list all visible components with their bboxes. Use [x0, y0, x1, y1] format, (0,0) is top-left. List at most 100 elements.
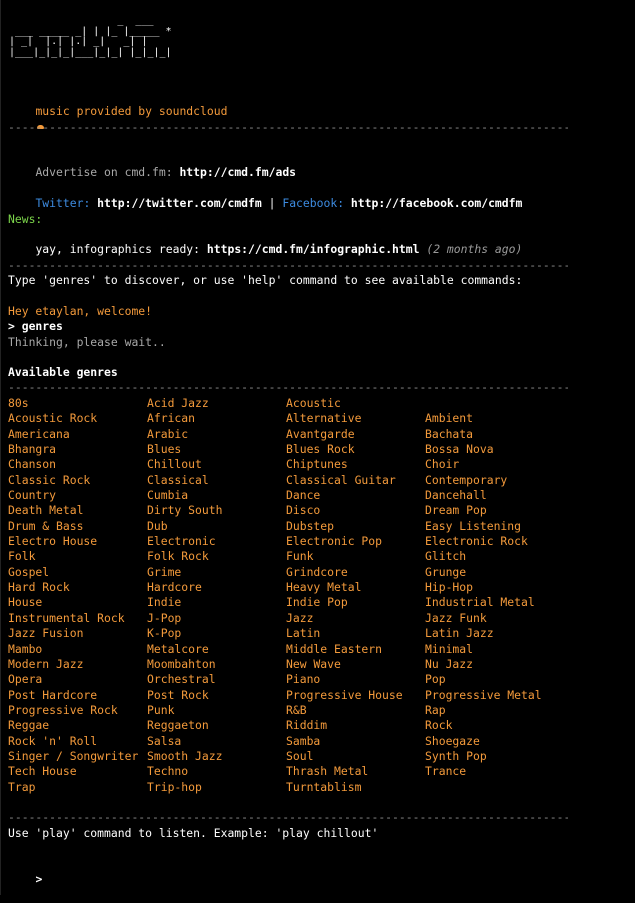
genre-item[interactable]: Grunge — [425, 565, 585, 580]
genre-item[interactable]: Arabic — [147, 427, 286, 442]
genre-item[interactable]: Progressive House — [286, 688, 425, 703]
news-link[interactable]: https://cmd.fm/infographic.html — [207, 242, 420, 256]
facebook-link[interactable]: http://facebook.com/cmdfm — [351, 196, 522, 210]
genre-item[interactable]: Moombahton — [147, 657, 286, 672]
genre-item[interactable]: Dream Pop — [425, 503, 585, 518]
terminal-window[interactable]: _ ___ ___ _____ _| | |_ |_____ * | _| |.… — [0, 0, 635, 895]
genre-item[interactable]: Minimal — [425, 642, 585, 657]
genre-item[interactable]: Latin Jazz — [425, 626, 585, 641]
genre-item[interactable]: Soul — [286, 749, 425, 764]
genre-item[interactable]: Hard Rock — [8, 580, 147, 595]
genre-item[interactable]: Piano — [286, 672, 425, 687]
genre-item[interactable]: Nu Jazz — [425, 657, 585, 672]
genre-item[interactable]: Death Metal — [8, 503, 147, 518]
genre-item[interactable]: Bhangra — [8, 442, 147, 457]
genre-item[interactable]: Dub — [147, 519, 286, 534]
genre-item[interactable]: Trip-hop — [147, 780, 286, 795]
genre-item[interactable]: Acoustic Rock — [8, 411, 147, 426]
genre-item[interactable]: J-Pop — [147, 611, 286, 626]
genre-item[interactable]: Electronic — [147, 534, 286, 549]
genre-item[interactable]: Bachata — [425, 427, 585, 442]
genre-item[interactable]: Blues — [147, 442, 286, 457]
genre-item[interactable]: Punk — [147, 703, 286, 718]
genre-item[interactable]: Shoegaze — [425, 734, 585, 749]
genre-item[interactable]: Acid Jazz — [147, 396, 286, 411]
genre-item[interactable]: Ambient — [425, 411, 585, 426]
genre-item[interactable]: Chiptunes — [286, 457, 425, 472]
genre-item[interactable]: Classical — [147, 473, 286, 488]
genre-item[interactable]: Rock 'n' Roll — [8, 734, 147, 749]
genre-item[interactable]: Hardcore — [147, 580, 286, 595]
genre-item[interactable]: Reggae — [8, 718, 147, 733]
genre-item[interactable]: Jazz Fusion — [8, 626, 147, 641]
genre-item[interactable]: Gospel — [8, 565, 147, 580]
genre-item[interactable]: Grime — [147, 565, 286, 580]
genre-item[interactable]: Country — [8, 488, 147, 503]
genre-item[interactable]: Electro House — [8, 534, 147, 549]
genre-item[interactable]: Electronic Pop — [286, 534, 425, 549]
genre-item[interactable]: Grindcore — [286, 565, 425, 580]
genre-item[interactable]: Bossa Nova — [425, 442, 585, 457]
genre-item[interactable]: Acoustic — [286, 396, 425, 411]
genre-item[interactable]: Chanson — [8, 457, 147, 472]
genre-item[interactable]: Heavy Metal — [286, 580, 425, 595]
genre-item[interactable]: New Wave — [286, 657, 425, 672]
genre-item[interactable]: Electronic Rock — [425, 534, 585, 549]
genre-item[interactable]: Orchestral — [147, 672, 286, 687]
genre-item[interactable]: Easy Listening — [425, 519, 585, 534]
genre-item[interactable]: Contemporary — [425, 473, 585, 488]
genre-item[interactable]: Hip-Hop — [425, 580, 585, 595]
genre-item[interactable]: Trance — [425, 764, 585, 779]
genre-item[interactable]: Choir — [425, 457, 585, 472]
genre-item[interactable]: Folk Rock — [147, 549, 286, 564]
genre-item[interactable]: Latin — [286, 626, 425, 641]
genre-item[interactable]: Singer / Songwriter — [8, 749, 147, 764]
twitter-link[interactable]: http://twitter.com/cmdfm — [97, 196, 262, 210]
genre-item[interactable]: Blues Rock — [286, 442, 425, 457]
genre-item[interactable]: Progressive Rock — [8, 703, 147, 718]
genre-item[interactable]: Avantgarde — [286, 427, 425, 442]
genre-item[interactable]: Instrumental Rock — [8, 611, 147, 626]
genre-item[interactable]: Modern Jazz — [8, 657, 147, 672]
genre-item[interactable]: Mambo — [8, 642, 147, 657]
genre-item[interactable]: Smooth Jazz — [147, 749, 286, 764]
genre-item[interactable]: Alternative — [286, 411, 425, 426]
genre-item[interactable]: Rap — [425, 703, 585, 718]
genre-item[interactable]: Folk — [8, 549, 147, 564]
genre-item[interactable]: R&B — [286, 703, 425, 718]
genre-item[interactable]: Americana — [8, 427, 147, 442]
genre-item[interactable]: Classical Guitar — [286, 473, 425, 488]
genre-item[interactable]: Industrial Metal — [425, 595, 585, 610]
genre-item[interactable]: Middle Eastern — [286, 642, 425, 657]
genre-item[interactable]: Dubstep — [286, 519, 425, 534]
genre-item[interactable]: Synth Pop — [425, 749, 585, 764]
genre-item[interactable]: House — [8, 595, 147, 610]
genre-item[interactable]: Indie Pop — [286, 595, 425, 610]
genre-item[interactable]: K-Pop — [147, 626, 286, 641]
genre-item[interactable]: Chillout — [147, 457, 286, 472]
genre-item[interactable]: Post Rock — [147, 688, 286, 703]
genre-item[interactable]: Riddim — [286, 718, 425, 733]
genre-item[interactable]: Glitch — [425, 549, 585, 564]
genre-item[interactable]: Tech House — [8, 764, 147, 779]
genre-item[interactable]: Pop — [425, 672, 585, 687]
genre-item[interactable]: Rock — [425, 718, 585, 733]
genre-item[interactable]: Thrash Metal — [286, 764, 425, 779]
genre-item[interactable]: Metalcore — [147, 642, 286, 657]
genre-item[interactable]: Disco — [286, 503, 425, 518]
genre-item[interactable]: Post Hardcore — [8, 688, 147, 703]
genre-item[interactable]: Funk — [286, 549, 425, 564]
genre-item[interactable]: Reggaeton — [147, 718, 286, 733]
genre-item[interactable]: Classic Rock — [8, 473, 147, 488]
genre-item[interactable]: Dancehall — [425, 488, 585, 503]
command-prompt[interactable]: > — [8, 857, 42, 903]
genre-item[interactable]: Jazz — [286, 611, 425, 626]
genre-item[interactable]: Opera — [8, 672, 147, 687]
genre-item[interactable]: Trap — [8, 780, 147, 795]
genre-item[interactable]: Dance — [286, 488, 425, 503]
genre-item[interactable]: 80s — [8, 396, 147, 411]
genre-item[interactable]: Drum & Bass — [8, 519, 147, 534]
genre-item[interactable]: Salsa — [147, 734, 286, 749]
genre-item[interactable]: Samba — [286, 734, 425, 749]
genre-item[interactable]: Jazz Funk — [425, 611, 585, 626]
